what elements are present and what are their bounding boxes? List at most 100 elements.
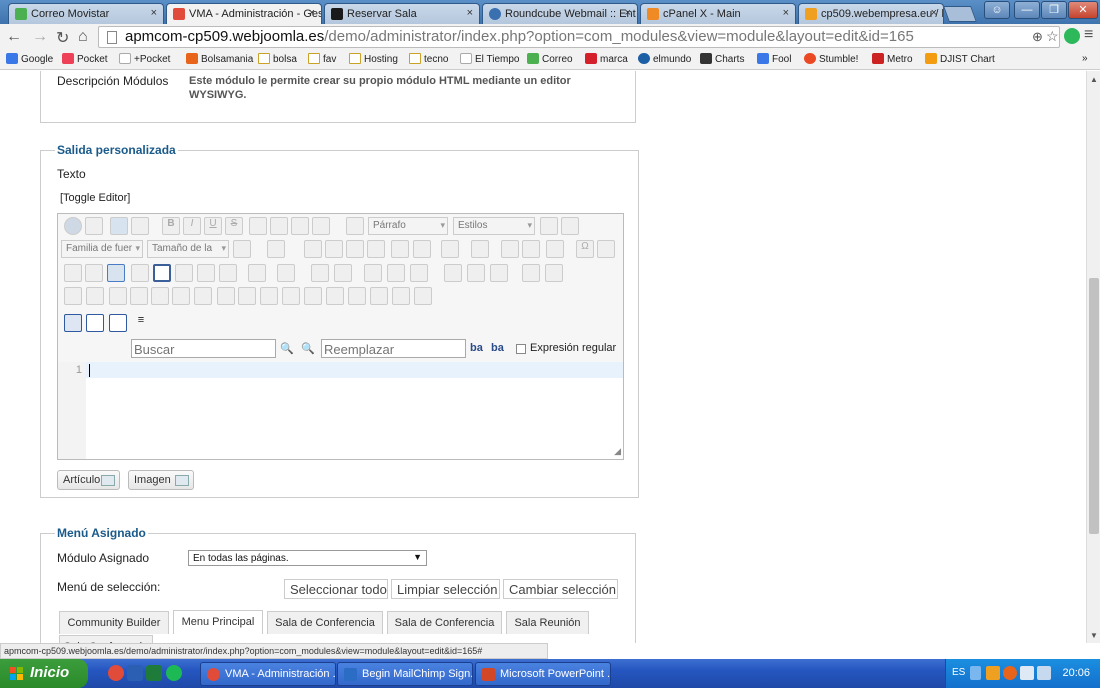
format-select[interactable]: Párrafo [368, 217, 448, 235]
del-icon[interactable] [217, 287, 235, 305]
close-tab-icon[interactable]: × [931, 7, 937, 19]
indent-icon[interactable]: ≡ [132, 314, 150, 332]
close-window-button[interactable]: ✕ [1068, 1, 1098, 19]
bookmark-metro[interactable]: Metro [872, 53, 913, 65]
bookmark-djist-chart[interactable]: DJIST Chart [925, 53, 995, 65]
numbered-list-icon[interactable] [471, 240, 489, 258]
language-indicator[interactable]: ES [952, 667, 965, 678]
font-family-select[interactable]: Familia de fuer [61, 240, 143, 258]
home-icon[interactable]: ⌂ [78, 28, 88, 46]
tab-cpanel[interactable]: cPanel X - Main × [640, 3, 796, 24]
merge-cells-icon[interactable] [522, 264, 540, 282]
network-icon[interactable] [1020, 666, 1034, 680]
paste-word-icon[interactable] [391, 240, 409, 258]
find-icon[interactable] [197, 264, 215, 282]
bookmark-elmundo[interactable]: elmundo [638, 53, 691, 65]
bookmark-google[interactable]: Google [6, 53, 53, 65]
readmore-icon[interactable] [414, 287, 432, 305]
row-props-icon[interactable] [364, 264, 382, 282]
clock[interactable]: 20:06 [1062, 667, 1090, 679]
font-size-select[interactable]: Tamaño de la [147, 240, 229, 258]
blockquote-icon[interactable] [346, 217, 364, 235]
delete-col-icon[interactable] [490, 264, 508, 282]
article-button[interactable]: Artículo [57, 470, 120, 490]
task-powerpoint[interactable]: Microsoft PowerPoint ... [475, 662, 611, 686]
bullet-list-icon[interactable] [441, 240, 459, 258]
bookmark-stumble[interactable]: Stumble! [804, 53, 858, 65]
attributes-icon[interactable] [260, 287, 278, 305]
extension-icon[interactable] [1064, 28, 1080, 44]
scroll-up-arrow-icon[interactable]: ▲ [1090, 75, 1098, 84]
select-all-button[interactable]: Seleccionar todo [284, 579, 388, 599]
menu-tab-sala-conferencia-2[interactable]: Sala de Conferencia [387, 611, 502, 634]
user-icon[interactable]: ☺ [984, 1, 1010, 19]
new-tab-button[interactable] [943, 6, 977, 22]
cut-icon[interactable] [304, 240, 322, 258]
vertical-scrollbar[interactable]: ▲ ▼ [1086, 71, 1100, 643]
acronym-icon[interactable] [194, 287, 212, 305]
align-justify-icon[interactable] [312, 217, 330, 235]
back-arrow-icon[interactable]: ← [6, 28, 22, 46]
change-selection-button[interactable]: Cambiar selección [503, 579, 618, 599]
search-input[interactable] [131, 339, 276, 358]
menu-tab-sala-reunion[interactable]: Sala Reunión [506, 611, 589, 634]
scrollbar-thumb[interactable] [1089, 278, 1099, 534]
insert-row-icon[interactable] [387, 264, 405, 282]
row-after-icon[interactable] [334, 264, 352, 282]
superscript-icon[interactable] [522, 240, 540, 258]
print-icon[interactable] [175, 264, 193, 282]
paragraph-mark-icon[interactable] [86, 287, 104, 305]
new-document-icon[interactable] [85, 217, 103, 235]
close-tab-icon[interactable]: × [467, 7, 473, 19]
delete-row-icon[interactable] [410, 264, 428, 282]
highlight-color-icon[interactable] [267, 240, 285, 258]
split-cells-icon[interactable] [545, 264, 563, 282]
resize-handle-icon[interactable]: ◢ [614, 446, 621, 457]
close-tab-icon[interactable]: × [151, 7, 157, 19]
subscript-icon[interactable] [546, 240, 564, 258]
anchor-icon[interactable] [326, 287, 344, 305]
bookmark-plus-pocket[interactable]: +Pocket [119, 53, 170, 65]
styles-icon[interactable] [130, 287, 148, 305]
wysiwyg-mode-icon[interactable] [86, 314, 104, 332]
quote-icon[interactable] [151, 287, 169, 305]
chrome-quicklaunch-icon[interactable] [108, 665, 124, 681]
align-left-icon[interactable] [249, 217, 267, 235]
binoculars-find-next-icon[interactable]: 🔍 [301, 342, 315, 355]
module-assigned-select[interactable]: En todas las páginas. ▼ [188, 550, 427, 566]
spotify-quicklaunch-icon[interactable] [166, 665, 182, 681]
horizontal-rule-icon[interactable] [597, 240, 615, 258]
search-replace-icon[interactable] [413, 240, 431, 258]
binoculars-find-icon[interactable]: 🔍 [280, 342, 294, 355]
regex-checkbox[interactable] [516, 344, 526, 354]
excel-quicklaunch-icon[interactable] [146, 665, 162, 681]
layer-icon[interactable] [109, 287, 127, 305]
volume-icon[interactable] [1037, 666, 1051, 680]
text-color-icon[interactable] [233, 240, 251, 258]
menu-tab-sala-conferencia-3[interactable]: Sala Conferencia [59, 635, 153, 643]
pagebreak-icon[interactable] [392, 287, 410, 305]
visual-aid-icon[interactable] [64, 287, 82, 305]
tab-roundcube[interactable]: Roundcube Webmail :: Ent × [482, 3, 638, 24]
col-after-icon[interactable] [467, 264, 485, 282]
close-tab-icon[interactable]: × [783, 7, 789, 19]
task-vma-administracion[interactable]: VMA - Administración ... [200, 662, 336, 686]
clear-selection-button[interactable]: Limpiar selección [391, 579, 500, 599]
delete-table-icon[interactable] [277, 264, 295, 282]
source-mode-icon[interactable] [64, 314, 82, 332]
fullscreen-icon[interactable] [107, 264, 125, 282]
tab-reservar-sala[interactable]: Reservar Sala × [324, 3, 480, 24]
replace-icon[interactable]: ba [470, 342, 483, 354]
word-quicklaunch-icon[interactable] [127, 665, 143, 681]
address-bar[interactable]: apmcom-cp509.webjoomla.es/demo/administr… [98, 26, 1060, 48]
styles-select[interactable]: Estilos [453, 217, 535, 235]
help-icon[interactable] [64, 217, 82, 235]
start-button[interactable]: Inicio [0, 659, 88, 688]
task-mailchimp[interactable]: Begin MailChimp Sign... [337, 662, 473, 686]
replace-all-icon[interactable]: ba [491, 342, 504, 354]
template-icon[interactable] [348, 287, 366, 305]
font-size-increase-icon[interactable] [501, 240, 519, 258]
unlink-icon[interactable] [561, 217, 579, 235]
image-button[interactable]: Imagen [128, 470, 194, 490]
bookmark-folder-bolsa[interactable]: bolsa [258, 53, 297, 65]
